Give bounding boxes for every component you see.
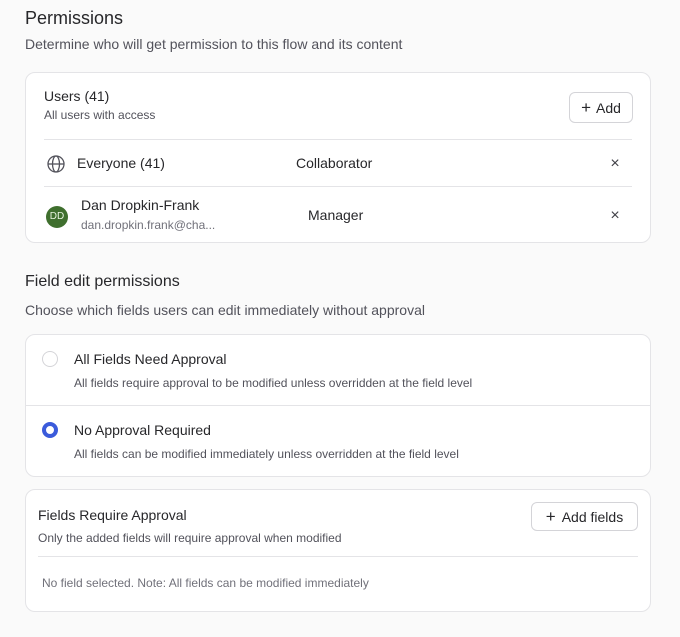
- option-title[interactable]: No Approval Required: [74, 422, 211, 438]
- fields-require-subtitle: Only the added fields will require appro…: [38, 531, 342, 545]
- permissions-page: Permissions Determine who will get permi…: [0, 0, 680, 637]
- globe-icon: [47, 155, 65, 173]
- avatar: DD: [46, 206, 68, 228]
- options-divider: [26, 405, 650, 406]
- add-fields-label: Add fields: [561, 508, 624, 525]
- plus-icon: +: [545, 507, 556, 526]
- permissions-title: Permissions: [25, 8, 124, 28]
- field-edit-options-card: All Fields Need Approval All fields requ…: [25, 334, 651, 477]
- option-description: All fields can be modified immediately u…: [74, 447, 459, 461]
- user-row-role[interactable]: Collaborator: [296, 155, 372, 171]
- remove-user-icon[interactable]: ×: [608, 208, 622, 224]
- remove-user-icon[interactable]: ×: [608, 156, 622, 172]
- fields-divider: [38, 556, 638, 557]
- add-user-button[interactable]: + Add: [569, 92, 633, 123]
- option-description: All fields require approval to be modifi…: [74, 376, 473, 390]
- field-edit-title: Field edit permissions: [25, 273, 180, 290]
- option-title[interactable]: All Fields Need Approval: [74, 351, 227, 367]
- add-fields-button[interactable]: + Add fields: [531, 502, 638, 531]
- users-subtitle: All users with access: [44, 108, 156, 122]
- plus-icon: +: [581, 98, 591, 117]
- radio-no-approval-required[interactable]: [42, 422, 58, 438]
- fields-require-approval-card: Fields Require Approval Only the added f…: [25, 489, 651, 612]
- field-edit-description: Choose which fields users can edit immed…: [25, 302, 425, 318]
- fields-require-title: Fields Require Approval: [38, 507, 187, 523]
- add-user-label: Add: [596, 99, 621, 116]
- user-row-role[interactable]: Manager: [308, 207, 363, 223]
- user-row-email: dan.dropkin.frank@cha...: [81, 218, 216, 232]
- users-title: Users (41): [44, 88, 110, 104]
- radio-all-fields-need-approval[interactable]: [42, 351, 58, 367]
- users-divider: [44, 139, 632, 140]
- row-divider: [44, 186, 632, 187]
- permissions-description: Determine who will get permission to thi…: [25, 36, 403, 52]
- user-row-name: Dan Dropkin-Frank: [81, 197, 200, 213]
- users-card: Users (41) All users with access + Add E…: [25, 72, 651, 243]
- empty-fields-note: No field selected. Note: All fields can …: [42, 576, 369, 590]
- user-row-name: Everyone (41): [77, 155, 165, 171]
